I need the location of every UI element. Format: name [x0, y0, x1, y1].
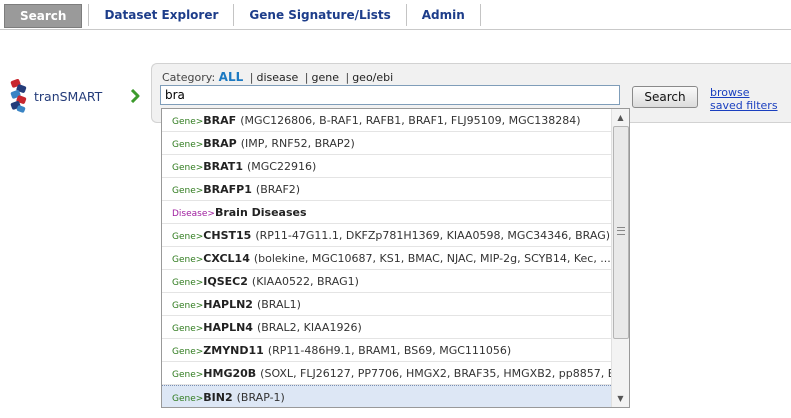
category-geo-ebi[interactable]: geo/ebi	[352, 71, 393, 84]
browse-saved-filters-link[interactable]: browse saved filters	[710, 86, 778, 112]
category-separator: |	[249, 71, 254, 84]
suggestion-type: Gene>	[172, 324, 204, 334]
suggestion-synonyms: (RP11-47G11.1, DKFZp781H1369, KIAA0598, …	[255, 229, 611, 242]
suggestion-type: Gene>	[172, 140, 204, 150]
suggestion-term: CHST15	[203, 229, 252, 242]
suggestion-term: BRAT1	[203, 160, 243, 173]
category-all[interactable]: ALL	[219, 70, 244, 84]
logo-text: tranSMART	[34, 88, 103, 104]
scroll-up-icon[interactable]: ▲	[613, 110, 628, 125]
suggestion-synonyms: (BRAL1)	[256, 298, 301, 311]
suggestion-synonyms: (bolekine, MGC10687, KS1, BMAC, NJAC, MI…	[253, 252, 611, 265]
scroll-down-icon[interactable]: ▼	[613, 391, 628, 406]
nav-tab-dataset-explorer[interactable]: Dataset Explorer	[88, 4, 233, 26]
suggestion-item[interactable]: Gene>HAPLN2 (BRAL1)	[162, 293, 613, 316]
category-selector: Category: ALL | disease | gene | geo/ebi	[162, 70, 393, 84]
suggestion-item[interactable]: Gene>BRAT1 (MGC22916)	[162, 155, 613, 178]
suggestion-synonyms: (SOXL, FLJ26127, PP7706, HMGX2, BRAF35, …	[260, 367, 613, 380]
nav-tabs: Search Dataset Explorer Gene Signature/Lis…	[4, 4, 481, 28]
suggestion-type: Gene>	[172, 347, 204, 357]
suggestion-term: BRAF	[203, 114, 237, 127]
browse-link-line2: saved filters	[710, 99, 778, 112]
suggestion-term: CXCL14	[203, 252, 250, 265]
suggestion-type: Gene>	[172, 186, 204, 196]
suggestion-term: HAPLN4	[203, 321, 253, 334]
nav-divider	[479, 4, 481, 26]
suggestion-type: Gene>	[172, 278, 204, 288]
suggestion-synonyms: (MGC126806, B-RAF1, RAFB1, BRAF1, FLJ951…	[240, 114, 581, 127]
suggestion-synonyms: (KIAA0522, BRAG1)	[251, 275, 359, 288]
suggestion-synonyms: (RP11-486H9.1, BRAM1, BS69, MGC111056)	[267, 344, 512, 357]
suggestion-synonyms: (IMP, RNF52, BRAP2)	[240, 137, 355, 150]
suggestion-term: Brain Diseases	[214, 206, 307, 219]
browse-link-line1: browse	[710, 86, 750, 99]
suggestion-term: IQSEC2	[203, 275, 248, 288]
suggestion-type: Gene>	[172, 370, 204, 380]
suggestion-type: Gene>	[172, 394, 204, 404]
top-nav: Search Dataset Explorer Gene Signature/Lis…	[0, 0, 791, 30]
suggestion-item[interactable]: Gene>IQSEC2 (KIAA0522, BRAG1)	[162, 270, 613, 293]
suggestion-type: Gene>	[172, 117, 204, 127]
search-input[interactable]	[160, 85, 620, 105]
dropdown-scrollbar[interactable]: ▲ ▼	[611, 109, 629, 407]
chevron-right-icon	[130, 88, 140, 107]
suggestion-type: Gene>	[172, 163, 204, 173]
transmart-logo: tranSMART	[8, 79, 102, 113]
suggestion-type: Gene>	[172, 232, 204, 242]
category-gene[interactable]: gene	[311, 71, 339, 84]
suggestion-term: BRAFP1	[203, 183, 252, 196]
suggestion-list: Gene>BRAF (MGC126806, B-RAF1, RAFB1, BRAF…	[162, 109, 613, 407]
suggestion-term: HMG20B	[203, 367, 257, 380]
suggestion-item[interactable]: Disease>Brain Diseases	[162, 201, 613, 224]
grip-icon	[617, 227, 625, 235]
suggestion-item[interactable]: Gene>BRAF (MGC126806, B-RAF1, RAFB1, BRAF…	[162, 109, 613, 132]
dna-logo-icon	[8, 79, 30, 113]
scrollbar-thumb[interactable]	[613, 126, 629, 339]
nav-tab-search[interactable]: Search	[4, 4, 83, 28]
autocomplete-dropdown: Gene>BRAF (MGC126806, B-RAF1, RAFB1, BRAF…	[161, 108, 630, 408]
suggestion-item[interactable]: Gene>CXCL14 (bolekine, MGC10687, KS1, BMA…	[162, 247, 613, 270]
suggestion-item[interactable]: Gene>CHST15 (RP11-47G11.1, DKFZp781H1369,…	[162, 224, 613, 247]
suggestion-type: Disease>	[172, 209, 215, 219]
suggestion-term: HAPLN2	[203, 298, 253, 311]
suggestion-term: BRAP	[203, 137, 237, 150]
suggestion-term: BIN2	[203, 391, 233, 404]
suggestion-term: ZMYND11	[203, 344, 264, 357]
category-separator: |	[345, 71, 350, 84]
suggestion-type: Gene>	[172, 301, 204, 311]
suggestion-type: Gene>	[172, 255, 204, 265]
nav-tab-admin[interactable]: Admin	[405, 4, 480, 26]
suggestion-item[interactable]: Gene>BRAP (IMP, RNF52, BRAP2)	[162, 132, 613, 155]
category-disease[interactable]: disease	[256, 71, 298, 84]
suggestion-item[interactable]: Gene>BRAFP1 (BRAF2)	[162, 178, 613, 201]
suggestion-item[interactable]: Gene>BIN2 (BRAP-1)	[162, 385, 613, 407]
suggestion-item[interactable]: Gene>HAPLN4 (BRAL2, KIAA1926)	[162, 316, 613, 339]
suggestion-synonyms: (BRAF2)	[255, 183, 301, 196]
suggestion-synonyms: (BRAP-1)	[236, 391, 285, 404]
category-label: Category:	[162, 71, 216, 84]
suggestion-item[interactable]: Gene>HMG20B (SOXL, FLJ26127, PP7706, HMGX…	[162, 362, 613, 385]
category-separator: |	[304, 71, 309, 84]
suggestion-synonyms: (MGC22916)	[246, 160, 317, 173]
suggestion-synonyms: (BRAL2, KIAA1926)	[256, 321, 362, 334]
search-button[interactable]: Search	[632, 86, 698, 108]
suggestion-item[interactable]: Gene>ZMYND11 (RP11-486H9.1, BRAM1, BS69, …	[162, 339, 613, 362]
nav-tab-gene-signature-lists[interactable]: Gene Signature/Lists	[233, 4, 405, 26]
